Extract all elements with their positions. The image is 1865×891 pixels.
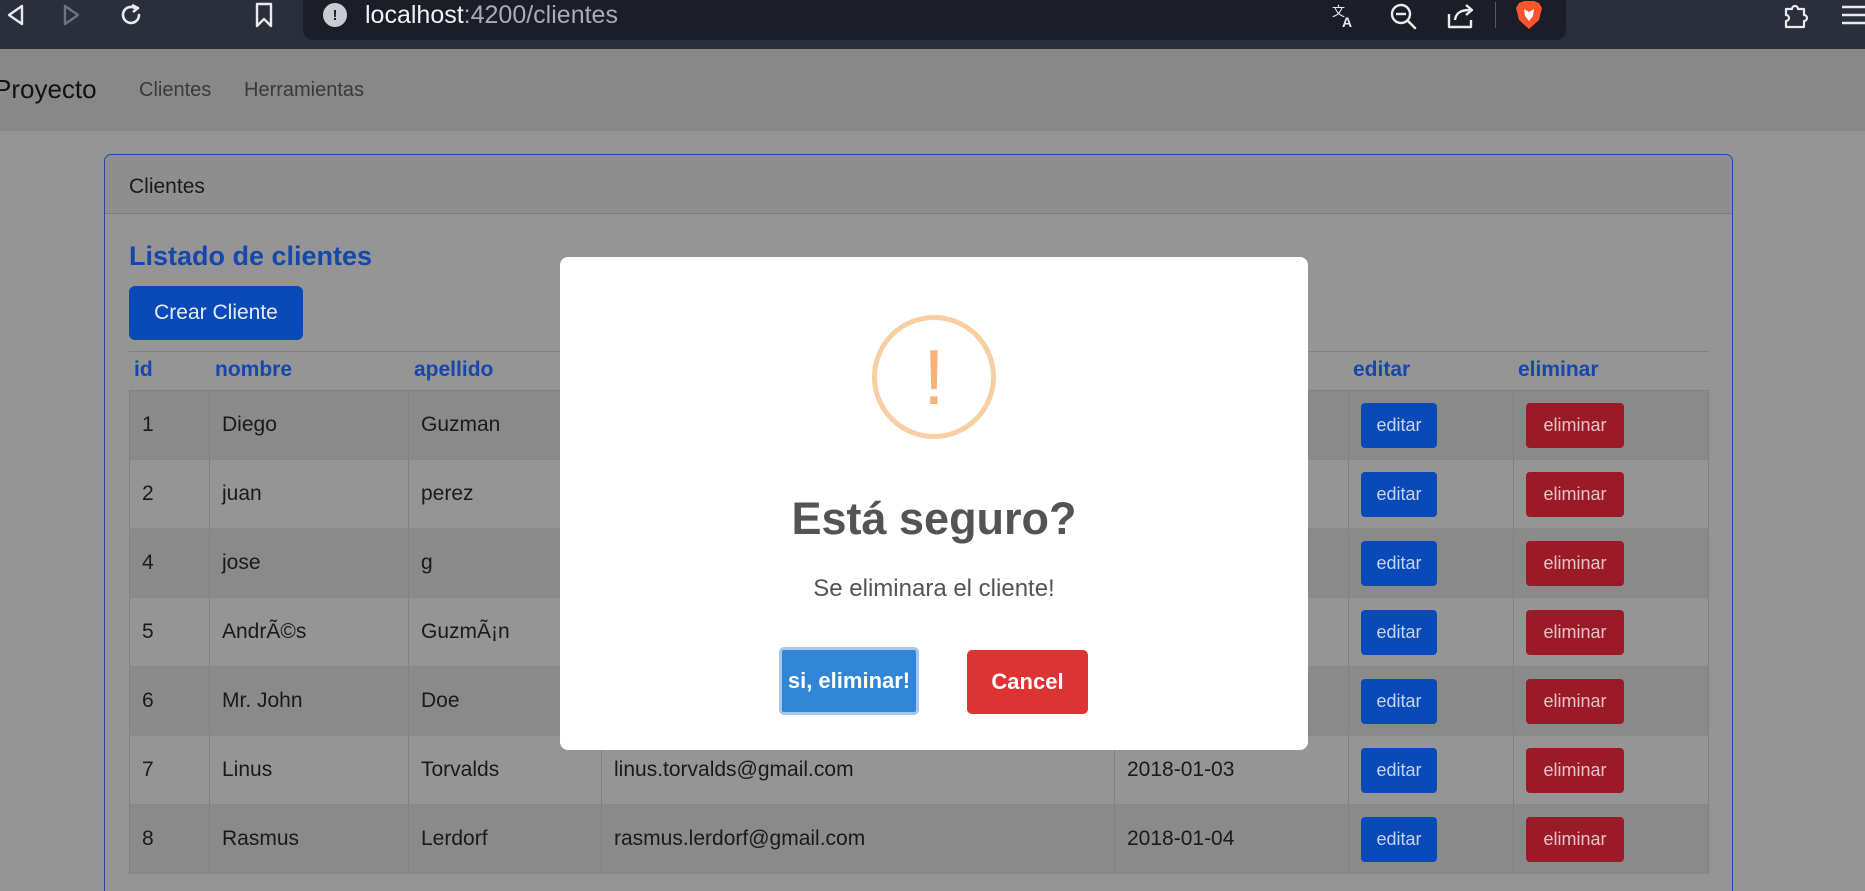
- cell-editar: editar: [1348, 805, 1513, 873]
- create-client-button[interactable]: Crear Cliente: [129, 286, 303, 340]
- url-text[interactable]: localhost:4200/clientes: [365, 1, 618, 29]
- reload-icon[interactable]: [116, 0, 146, 30]
- menu-icon[interactable]: [1838, 0, 1865, 30]
- cell-id: 5: [129, 598, 209, 666]
- zoom-out-icon[interactable]: [1388, 1, 1418, 31]
- cancel-button[interactable]: Cancel: [967, 650, 1088, 714]
- cell-id: 2: [129, 460, 209, 528]
- svg-text:A: A: [1342, 14, 1352, 30]
- address-bar[interactable]: ! localhost:4200/clientes 文A: [303, 0, 1566, 40]
- cell-nombre: juan: [209, 460, 408, 528]
- delete-button[interactable]: eliminar: [1526, 540, 1624, 586]
- toolbar-divider: [1495, 2, 1496, 28]
- cell-nombre: Mr. John: [209, 667, 408, 735]
- cell-nombre: Rasmus: [209, 805, 408, 873]
- dialog-message: Se eliminara el cliente!: [813, 575, 1055, 602]
- cell-editar: editar: [1348, 736, 1513, 804]
- site-info-icon[interactable]: !: [323, 3, 347, 27]
- brave-shield-icon[interactable]: [1515, 0, 1543, 30]
- edit-button[interactable]: editar: [1361, 609, 1437, 655]
- url-host: localhost: [365, 1, 464, 29]
- nav-link-clientes[interactable]: Clientes: [139, 79, 211, 102]
- delete-button[interactable]: eliminar: [1526, 747, 1624, 793]
- cell-editar: editar: [1348, 391, 1513, 459]
- cell-editar: editar: [1348, 667, 1513, 735]
- cell-eliminar: eliminar: [1513, 805, 1709, 873]
- bookmark-icon[interactable]: [249, 0, 279, 30]
- edit-button[interactable]: editar: [1361, 402, 1437, 448]
- cell-eliminar: eliminar: [1513, 529, 1709, 597]
- warning-icon: !: [872, 315, 996, 439]
- cell-email: rasmus.lerdorf@gmail.com: [601, 805, 1114, 873]
- cell-id: 4: [129, 529, 209, 597]
- confirm-dialog: ! Está seguro? Se eliminara el cliente! …: [560, 257, 1308, 750]
- cell-eliminar: eliminar: [1513, 391, 1709, 459]
- nav-link-herramientas[interactable]: Herramientas: [244, 79, 364, 102]
- cell-editar: editar: [1348, 460, 1513, 528]
- card-header: Clientes: [105, 155, 1732, 214]
- column-header-nombre: nombre: [215, 358, 293, 381]
- cell-id: 6: [129, 667, 209, 735]
- navbar-brand[interactable]: Proyecto: [0, 74, 97, 105]
- dialog-title: Está seguro?: [791, 493, 1077, 544]
- edit-button[interactable]: editar: [1361, 540, 1437, 586]
- cell-nombre: Linus: [209, 736, 408, 804]
- share-icon[interactable]: [1446, 1, 1476, 31]
- cell-eliminar: eliminar: [1513, 598, 1709, 666]
- cell-eliminar: eliminar: [1513, 667, 1709, 735]
- back-icon[interactable]: [0, 0, 30, 30]
- app-navbar: Proyecto Clientes Herramientas: [0, 49, 1865, 131]
- confirm-delete-button[interactable]: si, eliminar!: [779, 647, 919, 715]
- edit-button[interactable]: editar: [1361, 471, 1437, 517]
- card-title: Listado de clientes: [129, 241, 373, 271]
- cell-id: 1: [129, 391, 209, 459]
- edit-button[interactable]: editar: [1361, 747, 1437, 793]
- delete-button[interactable]: eliminar: [1526, 609, 1624, 655]
- delete-button[interactable]: eliminar: [1526, 471, 1624, 517]
- extensions-icon[interactable]: [1781, 0, 1811, 30]
- column-header-editar: editar: [1353, 358, 1411, 381]
- cell-apellido: Lerdorf: [408, 805, 601, 873]
- delete-button[interactable]: eliminar: [1526, 816, 1624, 862]
- delete-button[interactable]: eliminar: [1526, 678, 1624, 724]
- cell-id: 8: [129, 805, 209, 873]
- edit-button[interactable]: editar: [1361, 678, 1437, 724]
- translate-icon[interactable]: 文A: [1329, 1, 1359, 31]
- cell-nombre: jose: [209, 529, 408, 597]
- column-header-eliminar: eliminar: [1518, 358, 1599, 381]
- cell-editar: editar: [1348, 598, 1513, 666]
- table-row: 8 Rasmus Lerdorf rasmus.lerdorf@gmail.com 20…: [129, 805, 1709, 874]
- cell-id: 7: [129, 736, 209, 804]
- cell-nombre: Diego: [209, 391, 408, 459]
- cell-eliminar: eliminar: [1513, 460, 1709, 528]
- cell-nombre: AndrÃ©s: [209, 598, 408, 666]
- url-path: :4200/clientes: [463, 1, 618, 29]
- browser-toolbar: ! localhost:4200/clientes 文A: [0, 0, 1865, 49]
- edit-button[interactable]: editar: [1361, 816, 1437, 862]
- column-header-id: id: [134, 358, 153, 381]
- delete-button[interactable]: eliminar: [1526, 402, 1624, 448]
- cell-editar: editar: [1348, 529, 1513, 597]
- cell-fecha: 2018-01-04: [1114, 805, 1348, 873]
- column-header-apellido: apellido: [414, 358, 494, 381]
- cell-eliminar: eliminar: [1513, 736, 1709, 804]
- warning-icon-glyph: !: [923, 333, 945, 421]
- forward-icon[interactable]: [56, 0, 86, 30]
